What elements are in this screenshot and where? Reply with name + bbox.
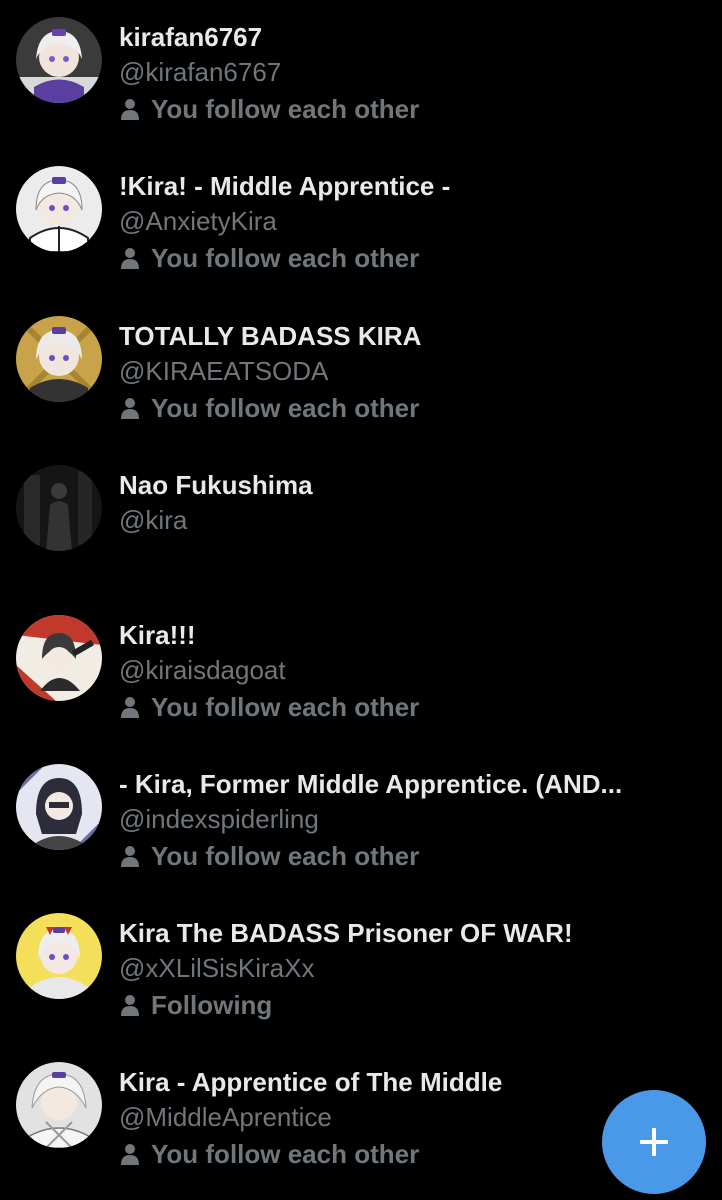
follow-status-label: You follow each other — [151, 392, 420, 423]
follow-status: You follow each other — [119, 1138, 419, 1170]
display-name[interactable]: Kira The BADASS Prisoner OF WAR! — [119, 917, 573, 949]
follow-status-label: You follow each other — [151, 840, 420, 871]
follow-status: You follow each other — [119, 93, 419, 125]
username-handle: @xXLilSisKiraXx — [119, 953, 315, 983]
display-name[interactable]: - Kira, Former Middle Apprentice. (AND..… — [119, 768, 622, 800]
follow-status-label: Following — [151, 989, 273, 1020]
compose-button[interactable] — [602, 1090, 706, 1194]
follow-status: You follow each other — [119, 392, 419, 424]
display-name[interactable]: !Kira! - Middle Apprentice - — [119, 170, 450, 202]
display-name[interactable]: kirafan6767 — [119, 21, 262, 53]
person-icon — [119, 96, 141, 122]
username-handle: @indexspiderling — [119, 804, 319, 834]
user-row[interactable]: TOTALLY BADASS KIRA @KIRAEATSODA You fol… — [0, 299, 722, 439]
display-name[interactable]: Nao Fukushima — [119, 469, 313, 501]
avatar[interactable] — [16, 913, 102, 999]
display-name[interactable]: Kira - Apprentice of The Middle — [119, 1066, 502, 1098]
user-list: kirafan6767 @kirafan6767 You follow each… — [0, 0, 722, 1200]
avatar[interactable] — [16, 17, 102, 103]
follow-status-label: You follow each other — [151, 1138, 420, 1169]
person-icon — [119, 395, 141, 421]
avatar[interactable] — [16, 166, 102, 252]
username-handle: @kiraisdagoat — [119, 655, 286, 685]
username-handle: @KIRAEATSODA — [119, 356, 329, 386]
avatar[interactable] — [16, 615, 102, 701]
username-handle: @AnxietyKira — [119, 206, 277, 236]
avatar[interactable] — [16, 764, 102, 850]
follow-status: Following — [119, 989, 272, 1021]
person-icon — [119, 694, 141, 720]
person-icon — [119, 245, 141, 271]
user-row[interactable]: !Kira! - Middle Apprentice - @AnxietyKir… — [0, 149, 722, 289]
plus-icon — [637, 1125, 671, 1159]
username-handle: @kirafan6767 — [119, 57, 282, 87]
person-icon — [119, 1141, 141, 1167]
username-handle: @MiddleAprentice — [119, 1102, 332, 1132]
display-name[interactable]: TOTALLY BADASS KIRA — [119, 320, 421, 352]
follow-status: You follow each other — [119, 691, 419, 723]
username-handle: @kira — [119, 505, 188, 535]
user-row[interactable]: kirafan6767 @kirafan6767 You follow each… — [0, 0, 722, 140]
follow-status-label: You follow each other — [151, 242, 420, 273]
user-row[interactable]: Nao Fukushima @kira — [0, 448, 722, 588]
person-icon — [119, 843, 141, 869]
person-icon — [119, 992, 141, 1018]
user-row[interactable]: - Kira, Former Middle Apprentice. (AND..… — [0, 747, 722, 887]
display-name[interactable]: Kira!!! — [119, 619, 196, 651]
follow-status-label: You follow each other — [151, 93, 420, 124]
avatar[interactable] — [16, 316, 102, 402]
user-row[interactable]: Kira The BADASS Prisoner OF WAR! @xXLilS… — [0, 896, 722, 1036]
follow-status: You follow each other — [119, 840, 419, 872]
avatar[interactable] — [16, 465, 102, 551]
avatar[interactable] — [16, 1062, 102, 1148]
follow-status-label: You follow each other — [151, 691, 420, 722]
user-row[interactable]: Kira!!! @kiraisdagoat You follow each ot… — [0, 598, 722, 738]
follow-status: You follow each other — [119, 242, 419, 274]
